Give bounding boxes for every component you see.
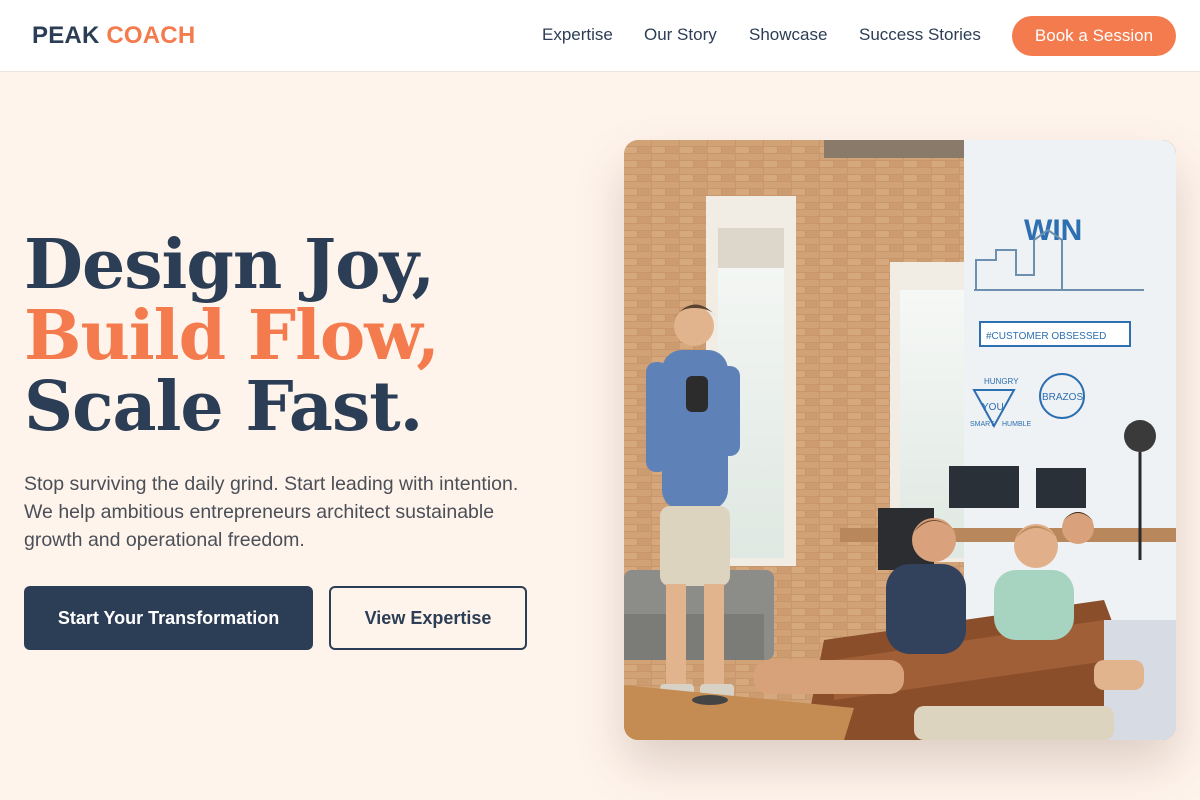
nav-link-showcase[interactable]: Showcase: [749, 25, 827, 45]
logo[interactable]: PEAK COACH: [32, 22, 195, 50]
nav-link-expertise[interactable]: Expertise: [542, 25, 613, 45]
mural-tag-smart: SMART: [970, 421, 995, 428]
nav-link-success-stories[interactable]: Success Stories: [859, 25, 981, 45]
hero-subtext: Stop surviving the daily grind. Start le…: [24, 473, 519, 551]
mural-banner-text: #CUSTOMER OBSESSED: [986, 331, 1106, 342]
mural-tag-hungry: HUNGRY: [984, 377, 1019, 386]
hero-image: WIN #CUSTOMER OBSESSED YOU HUNGRY SMART …: [624, 140, 1176, 740]
book-session-button[interactable]: Book a Session: [1012, 16, 1176, 56]
view-expertise-button[interactable]: View Expertise: [329, 586, 527, 650]
headline-line-3: Scale Fast.: [24, 367, 423, 447]
nav-link-our-story[interactable]: Our Story: [644, 25, 717, 45]
mural-win-text: WIN: [1024, 214, 1082, 247]
mural-tag-humble: HUMBLE: [1002, 421, 1032, 428]
logo-word-coach: COACH: [106, 22, 196, 49]
hero-headline: Design Joy, Build Flow, Scale Fast.: [24, 225, 440, 447]
logo-word-peak: PEAK: [32, 22, 100, 49]
site-header: PEAK COACH Expertise Our Story Showcase …: [0, 0, 1200, 72]
mural-badge-you: YOU: [982, 402, 1004, 413]
headline-line-2: Build Flow,: [24, 296, 440, 376]
mural-badge-brazos: BRAZOS: [1042, 392, 1083, 403]
start-transformation-button[interactable]: Start Your Transformation: [24, 586, 313, 650]
headline-line-1: Design Joy,: [24, 225, 435, 305]
